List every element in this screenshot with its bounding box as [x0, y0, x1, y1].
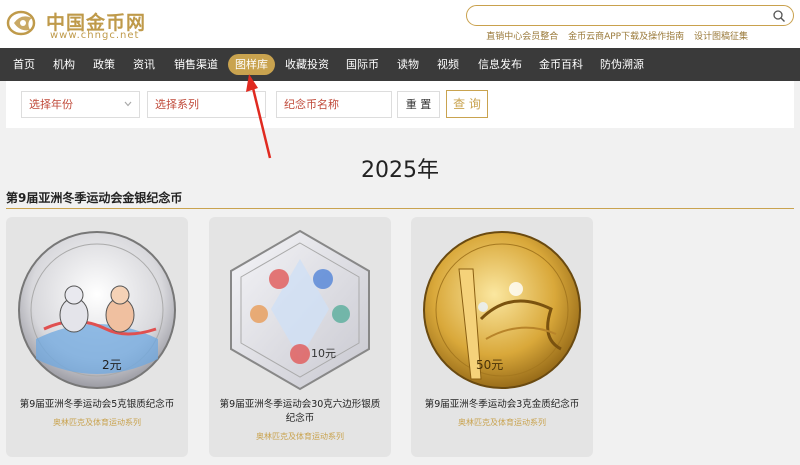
coin-card-series: 奥林匹克及体育运动系列 — [256, 432, 344, 441]
coin-card-name: 第9届亚洲冬季运动会30克六边形银质纪念币 — [219, 399, 381, 424]
coin-image-gold-round: 50元 — [423, 231, 581, 389]
top-link-member[interactable]: 直销中心会员整合 — [486, 32, 558, 42]
year-select-label: 选择年份 — [29, 98, 73, 111]
query-button[interactable]: 查 询 — [446, 90, 488, 118]
nav-item-news[interactable]: 资讯 — [133, 48, 155, 81]
coin-card[interactable]: 2元 第9届亚洲冬季运动会5克银质纪念币 奥林匹克及体育运动系列 — [6, 217, 188, 457]
search-box — [466, 5, 794, 26]
search-icon[interactable] — [772, 9, 786, 23]
coin-denomination: 50元 — [476, 358, 503, 372]
coin-denomination: 2元 — [102, 358, 122, 372]
section-title: 第9届亚洲冬季运动会金银纪念币 — [6, 191, 183, 205]
nav-item-encyclopedia[interactable]: 金币百科 — [539, 48, 583, 81]
coin-card-name: 第9届亚洲冬季运动会3克金质纪念币 — [424, 399, 580, 410]
nav-item-videos[interactable]: 视频 — [437, 48, 459, 81]
reset-button[interactable]: 重 置 — [397, 91, 440, 118]
top-links: 直销中心会员整合 金币云商APP下载及操作指南 设计图稿征集 — [479, 29, 748, 42]
site-logo[interactable]: 中国金币网 www.chngc.net — [6, 6, 146, 42]
coin-card[interactable]: 10元 第9届亚洲冬季运动会30克六边形银质纪念币 奥林匹克及体育运动系列 — [209, 217, 391, 457]
nav-item-home[interactable]: 首页 — [13, 48, 35, 81]
nav-item-announcements[interactable]: 信息发布 — [478, 48, 522, 81]
chevron-down-icon — [124, 101, 132, 107]
coin-card[interactable]: 50元 第9届亚洲冬季运动会3克金质纪念币 奥林匹克及体育运动系列 — [411, 217, 593, 457]
series-select-label: 选择系列 — [155, 98, 199, 111]
nav-item-design-library[interactable]: 图样库 — [228, 54, 275, 75]
coin-card-name: 第9届亚洲冬季运动会5克银质纪念币 — [19, 399, 175, 410]
section-divider — [6, 208, 794, 209]
year-select[interactable]: 选择年份 — [21, 91, 140, 118]
year-heading: 2025年 — [361, 158, 439, 183]
top-link-app-guide[interactable]: 金币云商APP下载及操作指南 — [568, 32, 684, 42]
search-input[interactable] — [477, 8, 767, 23]
logo-url: www.chngc.net — [50, 30, 140, 41]
coin-name-placeholder: 纪念币名称 — [284, 98, 339, 111]
logo-mark-icon — [6, 10, 36, 36]
nav-item-policy[interactable]: 政策 — [93, 48, 115, 81]
coin-card-series: 奥林匹克及体育运动系列 — [53, 418, 141, 427]
nav-item-institutions[interactable]: 机构 — [53, 48, 75, 81]
filter-panel: 选择年份 选择系列 纪念币名称 重 置 查 询 — [6, 81, 794, 128]
nav-item-international-coins[interactable]: 国际币 — [346, 48, 379, 81]
coin-name-input[interactable]: 纪念币名称 — [276, 91, 392, 118]
nav-item-sales-channels[interactable]: 销售渠道 — [174, 48, 218, 81]
nav-item-publications[interactable]: 读物 — [397, 48, 419, 81]
series-select[interactable]: 选择系列 — [147, 91, 266, 118]
coin-image-silver-hexagon: 10元 — [230, 229, 370, 391]
nav-item-anti-counterfeit[interactable]: 防伪溯源 — [600, 48, 644, 81]
coin-card-series: 奥林匹克及体育运动系列 — [458, 418, 546, 427]
coin-image-silver-round: 2元 — [18, 231, 176, 389]
site-header: 中国金币网 www.chngc.net 直销中心会员整合 金币云商APP下载及操… — [0, 0, 800, 48]
nav-item-collect-invest[interactable]: 收藏投资 — [285, 48, 329, 81]
top-link-design-call[interactable]: 设计图稿征集 — [694, 32, 748, 42]
coin-denomination: 10元 — [311, 347, 336, 360]
main-nav: 首页 机构 政策 资讯 销售渠道 图样库 收藏投资 国际币 读物 视频 信息发布… — [0, 48, 800, 81]
